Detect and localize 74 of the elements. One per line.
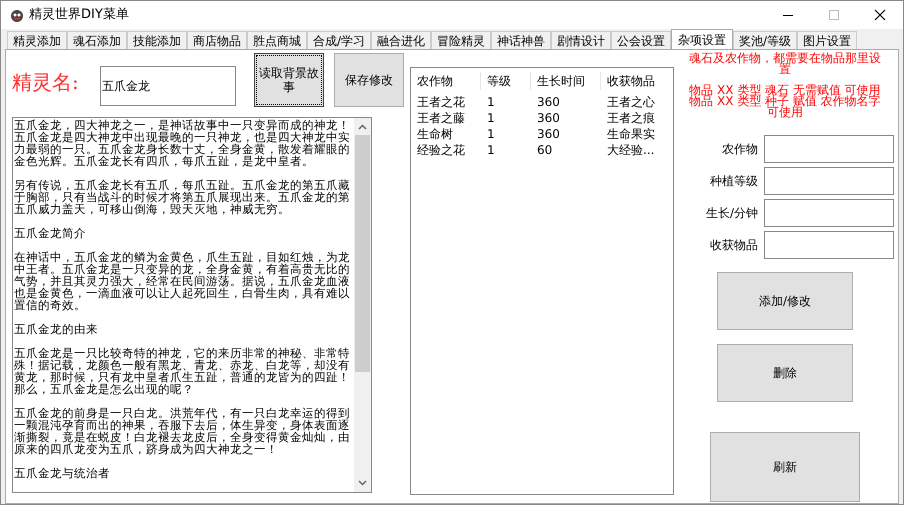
crop-list[interactable]: 农作物 等级 生长时间 收获物品 王者之花 1 360 王者之心 王者之藤 1 360 王者之痕 生命树 1 360 生命果实 经验之花 1 60 大经验...: [410, 67, 674, 495]
column-header[interactable]: 等级: [481, 72, 531, 90]
action-button[interactable]: 删除: [717, 344, 853, 402]
close-icon: [874, 9, 886, 21]
list-cell-text: 生命树: [416, 126, 454, 143]
list-row[interactable]: 经验之花 1 60 大经验...: [411, 142, 673, 158]
story-paragraph: 五爪金龙简介: [14, 227, 87, 239]
action-button[interactable]: 添加/修改: [717, 272, 853, 330]
note-text: 物品 XX 类型 种子 赋值 农作物名字可使用: [688, 96, 882, 118]
story-paragraph: 另有传说，五爪金龙长有五爪，每爪五趾。五爪金龙的第五爪藏于胸部，只有当战斗的时候才将第五爪展现出来。五爪金龙的第五爪威力盖天，可移山倒海，毁天灭地，神威无穷。: [14, 179, 351, 215]
field-label: 种植等级: [709, 173, 759, 190]
story-textbox[interactable]: [12, 117, 372, 493]
maximize-icon: [829, 10, 839, 20]
list-row[interactable]: 生命树 1 360 生命果实: [411, 126, 673, 142]
list-cell-text: 经验之花: [416, 142, 466, 159]
input-field[interactable]: [764, 231, 894, 259]
story-paragraph: 五爪金龙，四大神龙之一，是神话故事中一只变异而成的神龙！五爪金龙是四大神龙中出现最晚的一只神龙，也是四大神龙中实力最弱的一只。五爪金龙身长数十丈，全身金黄，散发着耀眼的金色光辉。五爪金龙长有四爪，每爪五趾，是龙中皇者。: [14, 119, 351, 167]
tab[interactable]: 合成/学习: [307, 31, 372, 49]
scroll-up-icon: [358, 124, 367, 130]
read-story-button[interactable]: 读取背景故事: [254, 53, 324, 107]
column-header[interactable]: 农作物: [411, 72, 481, 90]
column-header[interactable]: 生长时间: [531, 72, 601, 90]
note-text: 魂石及农作物，都需要在物品那里设置: [688, 53, 882, 75]
story-paragraph: 五爪金龙的由来: [14, 323, 99, 335]
list-row[interactable]: 王者之藤 1 360 王者之痕: [411, 110, 673, 126]
tab[interactable]: 杂项设置: [671, 29, 734, 49]
tab[interactable]: 图片设置: [797, 31, 858, 49]
list-cell-text: 1: [486, 94, 496, 111]
name-input[interactable]: 五爪金龙: [100, 66, 236, 106]
app-icon: [9, 7, 25, 23]
note-text: 物品 XX 类型 魂石 无需赋值 可使用: [688, 85, 882, 96]
field-label: 收获物品: [709, 237, 759, 254]
tab[interactable]: 技能添加: [127, 31, 187, 49]
list-cell-text: 360: [536, 94, 561, 111]
list-cell-text: 1: [486, 110, 496, 127]
tab[interactable]: 精灵添加: [7, 31, 67, 49]
list-cell-text: 1: [486, 126, 496, 143]
list-cell-text: 生命果实: [606, 126, 656, 143]
scrollbar[interactable]: [354, 118, 371, 492]
list-cell-text: 大经验...: [606, 142, 656, 159]
scroll-down-icon: [358, 480, 367, 486]
input-field[interactable]: [764, 135, 894, 163]
column-header[interactable]: 收获物品: [601, 72, 671, 90]
input-field[interactable]: [764, 199, 894, 227]
list-cell-text: 王者之痕: [606, 110, 656, 127]
tab[interactable]: 融合进化: [371, 31, 432, 49]
field-label: 生长/分钟: [704, 205, 759, 222]
list-cell-text: 60: [536, 142, 554, 159]
list-cell-text: 1: [486, 142, 496, 159]
list-cell-text: 360: [536, 110, 561, 127]
list-row[interactable]: 王者之花 1 360 王者之心: [411, 94, 673, 110]
input-field[interactable]: [764, 167, 894, 195]
story-paragraph: 五爪金龙是一只比较奇特的神龙，它的来历非常的神秘、非常特殊！据记载，龙颜色一般有黑龙、青龙、赤龙、白龙等，却没有黄龙，那时候，只有龙中皇者爪生五趾，普通的龙皆为的四趾！那么，五爪金龙是怎么出现的呢？: [14, 347, 351, 395]
tab[interactable]: 奖池/等级: [733, 31, 798, 49]
action-button[interactable]: 刷新: [710, 432, 860, 502]
field-label: 农作物: [721, 141, 759, 158]
name-label: 精灵名:: [12, 69, 80, 96]
tab[interactable]: 商店物品: [187, 31, 247, 49]
tab[interactable]: 公会设置: [611, 31, 672, 49]
story-paragraph: 五爪金龙与统治者: [14, 467, 111, 479]
tab[interactable]: 剧情设计: [551, 31, 612, 49]
save-button[interactable]: 保存修改: [334, 53, 404, 107]
story-paragraph: 五爪金龙的前身是一只白龙。洪荒年代，有一只白龙幸运的得到一颗混沌孕育而出的神果，吞服下去后，体生异变，身体表面逐渐撕裂，竟是在蜕皮！白龙褪去龙皮后，全身变得黄金灿灿，由原来的四爪龙变为五爪，跻身成为四大神龙之一！: [14, 407, 351, 455]
tab[interactable]: 神话神兽: [491, 31, 552, 49]
window-title: 精灵世界DIY菜单: [29, 6, 129, 24]
story-paragraph: 在神话中，五爪金龙的鳞为金黄色，爪生五趾，目如红烛，为龙中王者。五爪金龙是一只变异的龙，全身金黄，有着高贵无比的气势，并且其灵力强大，经常在民间游荡。据说，五爪金龙血液也是金黄色，一滴血液可以让人起死回生，白骨生肉，具有难以置信的奇效。: [14, 251, 351, 311]
scrollbar-thumb[interactable]: [355, 135, 370, 372]
list-cell-text: 360: [536, 126, 561, 143]
list-cell-text: 王者之心: [606, 94, 656, 111]
tab[interactable]: 魂石添加: [67, 31, 127, 49]
tab[interactable]: 冒险精灵: [431, 31, 492, 49]
tab[interactable]: 胜点商城: [247, 31, 307, 49]
list-cell-text: 王者之花: [416, 94, 466, 111]
list-cell-text: 王者之藤: [416, 110, 466, 127]
